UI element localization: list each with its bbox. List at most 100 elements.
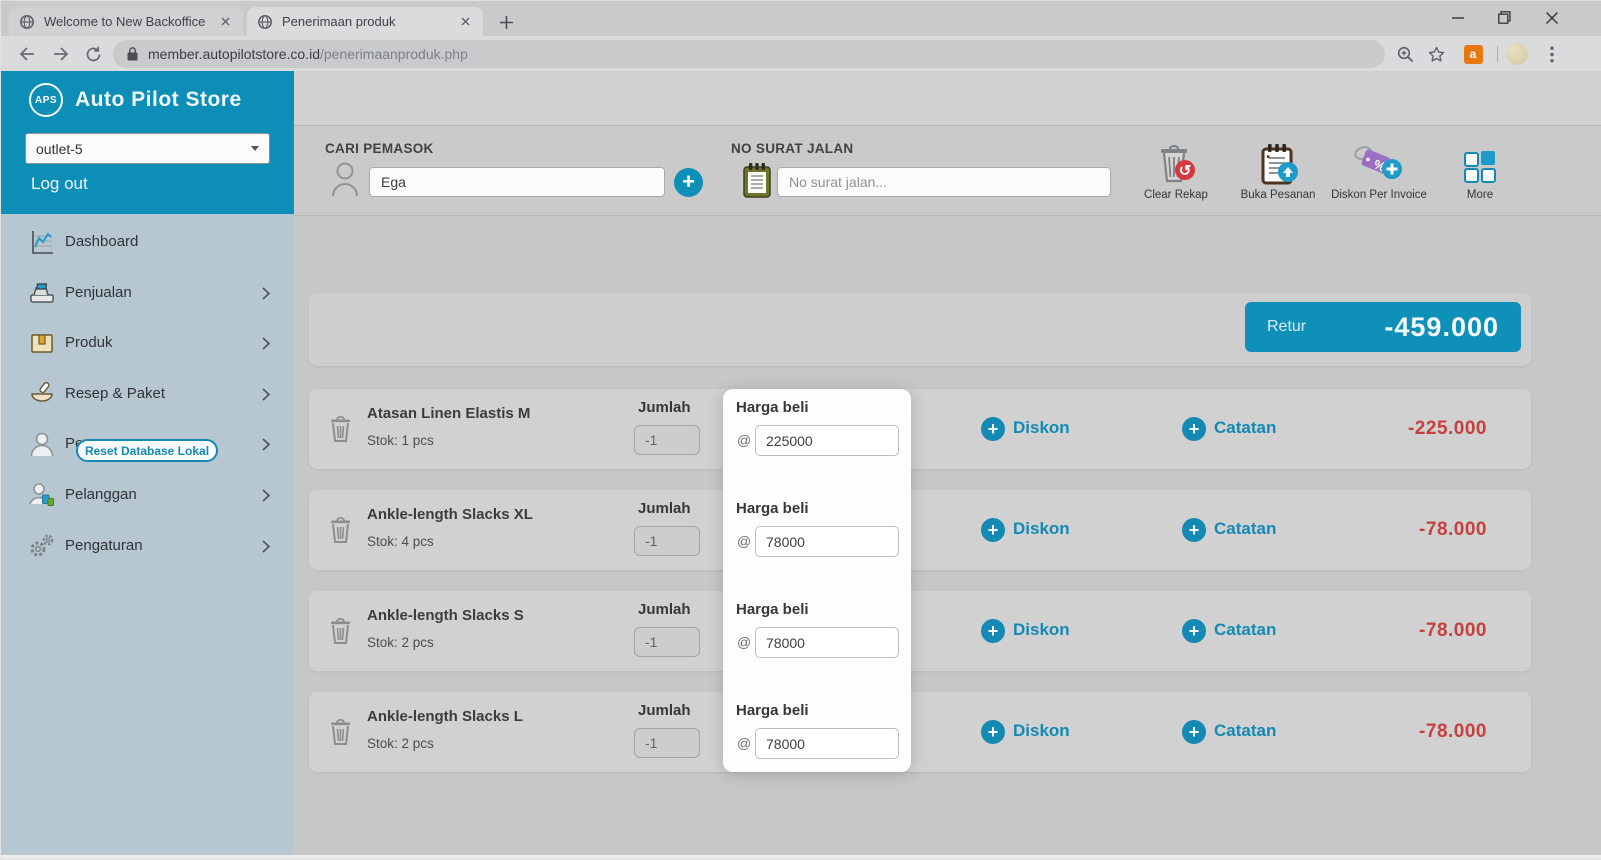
qty-input[interactable]	[634, 526, 700, 556]
price-input[interactable]	[755, 728, 899, 759]
row-amount: -225.000	[1408, 418, 1487, 440]
add-supplier-button[interactable]: +	[674, 168, 703, 197]
sidebar-item-resep-paket[interactable]: Resep & Paket	[1, 369, 294, 419]
product-stock: Stok: 1 pcs	[367, 433, 434, 448]
add-diskon-button[interactable]: +Diskon	[981, 518, 1101, 544]
catatan-label: Catatan	[1214, 721, 1276, 741]
plus-icon: +	[1182, 720, 1206, 744]
browser-toolbar: member.autopilotstore.co.id/penerimaanpr…	[1, 36, 1601, 71]
add-diskon-button[interactable]: +Diskon	[981, 417, 1101, 443]
add-catatan-button[interactable]: + Catatan	[1182, 720, 1302, 746]
sidebar-item-label: Pelanggan	[65, 470, 137, 520]
extension-badge: a	[1464, 45, 1483, 64]
globe-favicon-icon	[257, 14, 273, 30]
reset-database-button[interactable]: Reset Database Lokal	[76, 439, 218, 462]
close-window-icon[interactable]	[1529, 1, 1574, 34]
plus-icon: +	[981, 518, 1005, 542]
surat-jalan-input[interactable]	[777, 167, 1111, 197]
product-stock: Stok: 2 pcs	[367, 635, 434, 650]
recipe-icon	[29, 381, 55, 407]
row-amount: -78.000	[1419, 620, 1487, 642]
more-button[interactable]: More	[1432, 143, 1528, 205]
qty-header: Jumlah	[638, 500, 691, 517]
product-stock: Stok: 2 pcs	[367, 736, 434, 751]
qty-header: Jumlah	[638, 399, 691, 416]
sidebar: APS Auto Pilot Store outlet-5 Log out Da…	[1, 71, 294, 857]
trash-icon[interactable]	[329, 415, 352, 448]
price-input[interactable]	[755, 425, 899, 456]
svg-text:↺: ↺	[1179, 163, 1192, 180]
buka-pesanan-button[interactable]: Buka Pesanan	[1230, 143, 1326, 205]
add-catatan-button[interactable]: +Catatan	[1182, 518, 1302, 544]
sales-icon	[29, 280, 55, 306]
sidebar-item-label: Pengaturan	[65, 521, 143, 571]
price-header: Harga beli	[736, 601, 809, 618]
clear-rekap-button[interactable]: ↺ Clear Rekap	[1128, 143, 1224, 205]
price-input[interactable]	[755, 526, 899, 557]
profile-avatar[interactable]	[1503, 40, 1531, 68]
supplier-person-icon	[330, 160, 360, 201]
diskon-per-invoice-button[interactable]: % Diskon Per Invoice	[1331, 143, 1427, 205]
sidebar-item-pengaturan[interactable]: Pengaturan	[1, 521, 294, 571]
qty-input[interactable]	[634, 728, 700, 758]
diskon-label: Diskon	[1013, 620, 1070, 640]
chevron-right-icon	[262, 489, 270, 507]
minimize-icon[interactable]	[1435, 1, 1480, 34]
sidebar-item-pelanggan[interactable]: Pelanggan	[1, 470, 294, 520]
new-tab-icon[interactable]	[493, 9, 519, 35]
sidebar-item-label: Penjualan	[65, 268, 132, 318]
plus-icon: +	[981, 619, 1005, 643]
forward-icon[interactable]	[47, 40, 75, 68]
sidebar-header: APS Auto Pilot Store outlet-5 Log out	[1, 71, 294, 214]
clear-rekap-icon: ↺	[1128, 143, 1224, 185]
qty-input[interactable]	[634, 425, 700, 455]
sidebar-item-dashboard[interactable]: Dashboard	[1, 217, 294, 267]
add-catatan-button[interactable]: +Catatan	[1182, 619, 1302, 645]
zoom-page-icon[interactable]	[1391, 40, 1419, 68]
chevron-right-icon	[262, 337, 270, 355]
trash-icon[interactable]	[329, 617, 352, 650]
user-icon	[29, 431, 55, 457]
retur-total-button[interactable]: Retur -459.000	[1245, 302, 1521, 352]
qty-header: Jumlah	[638, 601, 691, 618]
row-amount: -78.000	[1419, 519, 1487, 541]
restore-window-icon[interactable]	[1482, 1, 1527, 34]
outlet-selector[interactable]: outlet-5	[25, 133, 270, 164]
chevron-right-icon	[262, 287, 270, 305]
qty-input[interactable]	[634, 627, 700, 657]
sidebar-item-penjualan[interactable]: Penjualan	[1, 268, 294, 318]
url-bar[interactable]: member.autopilotstore.co.id/penerimaanpr…	[113, 40, 1385, 68]
at-sign: @	[737, 533, 751, 549]
tab-welcome-backoffice[interactable]: Welcome to New Backoffice	[9, 7, 243, 36]
add-catatan-button[interactable]: +Catatan	[1182, 417, 1302, 443]
product-icon	[29, 330, 55, 356]
url-path: /penerimaanproduk.php	[320, 46, 468, 62]
browser-menu-icon[interactable]	[1538, 40, 1566, 68]
tab-close-icon[interactable]	[457, 14, 473, 30]
tab-close-icon[interactable]	[217, 14, 233, 30]
reload-icon[interactable]	[79, 40, 107, 68]
add-diskon-button[interactable]: + Diskon	[981, 619, 1101, 645]
receipt-content: Retur -459.000 Atasan Linen Elastis M St…	[294, 217, 1601, 857]
lock-icon	[127, 47, 138, 61]
back-icon[interactable]	[13, 40, 41, 68]
extension-icon[interactable]: a	[1459, 40, 1487, 68]
surat-jalan-label: NO SURAT JALAN	[731, 141, 853, 156]
bookmark-star-icon[interactable]	[1422, 40, 1450, 68]
sidebar-item-produk[interactable]: Produk	[1, 318, 294, 368]
action-label: Buka Pesanan	[1230, 189, 1326, 201]
supplier-search-input[interactable]	[369, 167, 665, 197]
surat-jalan-notepad-icon	[743, 162, 771, 203]
price-input[interactable]	[755, 627, 899, 658]
tab-penerimaan-produk[interactable]: Penerimaan produk	[247, 7, 483, 36]
row-amount: -78.000	[1419, 721, 1487, 743]
customer-icon	[29, 482, 55, 508]
product-row: Atasan Linen Elastis M Stok: 1 pcs Jumla…	[309, 389, 1531, 469]
catatan-label: Catatan	[1214, 620, 1276, 640]
logout-link[interactable]: Log out	[31, 174, 88, 194]
trash-icon[interactable]	[329, 516, 352, 549]
add-diskon-button[interactable]: +Diskon	[981, 720, 1101, 746]
sidebar-item-label: Resep & Paket	[65, 369, 165, 419]
globe-favicon-icon	[19, 14, 35, 30]
trash-icon[interactable]	[329, 718, 352, 751]
